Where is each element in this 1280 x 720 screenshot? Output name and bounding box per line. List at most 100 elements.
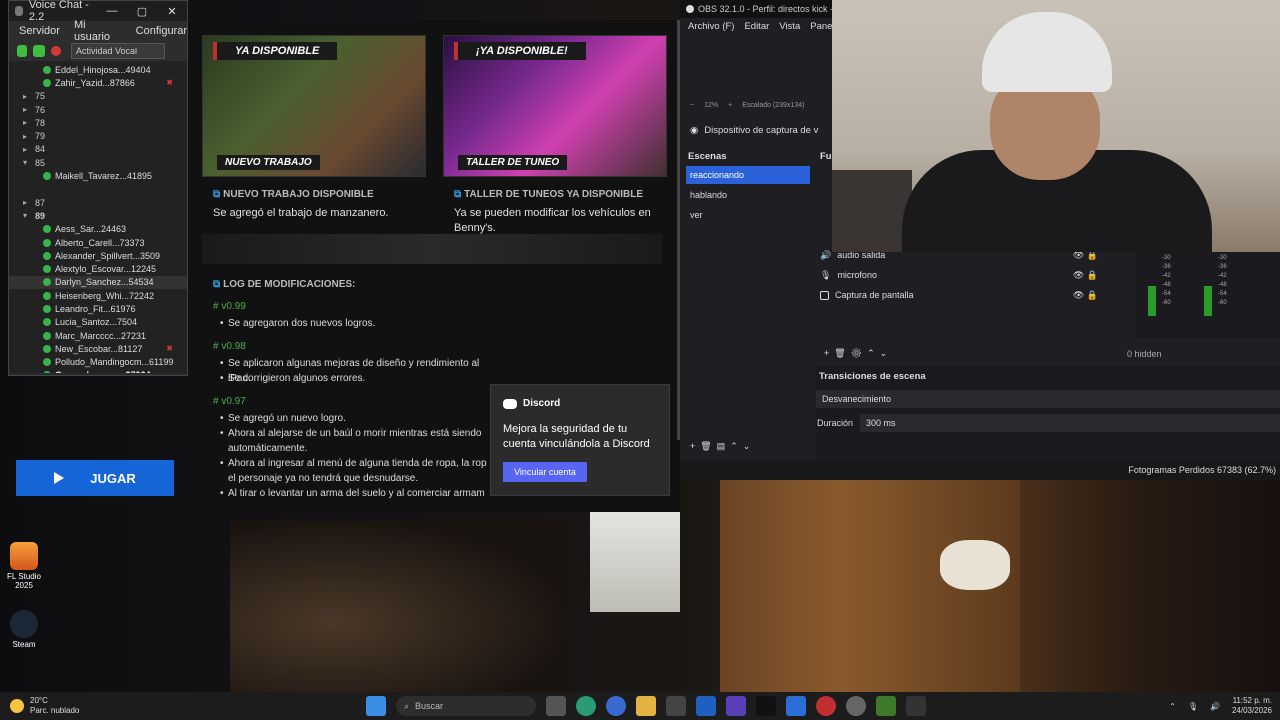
news-card-trabajo[interactable]: YA DISPONIBLE NUEVO TRABAJO <box>202 35 426 177</box>
app-icon[interactable] <box>846 696 866 716</box>
microphone-icon[interactable]: 🎙 <box>1188 702 1198 711</box>
scene-item[interactable]: ver <box>686 206 810 224</box>
obs-menu-archivo[interactable]: Archivo (F) <box>688 21 734 32</box>
duration-input[interactable]: 300 ms <box>860 414 1280 432</box>
user-icon <box>43 78 51 87</box>
channel-row[interactable]: ▸ 78 <box>9 116 187 129</box>
scene-item[interactable]: hablando <box>686 186 810 204</box>
channel-row[interactable]: ▸ 84 <box>9 143 187 156</box>
scene-toolbar[interactable]: + 🗑 ▤ ⌃ ⌄ <box>690 441 750 452</box>
transitions-header: Transiciones de escena <box>819 371 926 382</box>
user-row[interactable]: Alextylo_Escovar...12245 <box>9 262 187 275</box>
chrome-icon[interactable] <box>606 696 626 716</box>
channel-row[interactable]: ▸ 75 <box>9 90 187 103</box>
source-item[interactable]: Captura de pantalla 👁 🔒 <box>820 286 1110 304</box>
weather-widget[interactable]: 20°C Parc. nublado <box>10 696 79 716</box>
volume-icon[interactable]: 🔊 <box>1210 702 1220 711</box>
app-icon[interactable] <box>816 696 836 716</box>
news-card-tuneo[interactable]: ¡YA DISPONIBLE! TALLER DE TUNEO <box>443 35 667 177</box>
task-view-icon[interactable] <box>546 696 566 716</box>
scene-item[interactable]: reaccionando <box>686 166 810 184</box>
obs-taskbar-icon[interactable] <box>906 696 926 716</box>
user-icon <box>43 251 51 260</box>
log-item: Ahora al ingresar al menú de alguna tien… <box>220 456 488 486</box>
scale-select[interactable]: Escalado (239x134) <box>742 102 804 109</box>
user-row[interactable]: Darlyn_Sanchez...54534 <box>9 275 187 290</box>
link-account-button[interactable]: Vincular cuenta <box>503 462 587 482</box>
expand-icon[interactable]: ▸ <box>23 145 35 154</box>
menu-configurar[interactable]: Configurar <box>136 25 187 37</box>
user-row[interactable]: Leandro_Fit...61976 <box>9 302 187 315</box>
user-row[interactable]: Alexander_Spillvert...3509 <box>9 249 187 262</box>
expand-icon[interactable]: ▸ <box>23 198 35 207</box>
channel-row[interactable]: ▸ 87 <box>9 196 187 209</box>
app-icon[interactable] <box>876 696 896 716</box>
expand-icon[interactable]: ▸ <box>23 92 35 101</box>
user-row[interactable]: New_Escobar...81127 ✖ <box>9 342 187 355</box>
channel-row[interactable]: ▸ 76 <box>9 103 187 116</box>
outlook-icon[interactable] <box>696 696 716 716</box>
source-label: Captura de pantalla <box>835 290 914 300</box>
desktop-icon-steam[interactable]: Steam <box>4 610 44 649</box>
clock[interactable]: 11:52 p. m. 24/03/2026 <box>1232 696 1272 716</box>
menu-servidor[interactable]: Servidor <box>19 25 60 37</box>
obs-menu-editar[interactable]: Editar <box>744 21 769 32</box>
zoom-out-icon[interactable]: − <box>690 102 694 109</box>
microphone-icon[interactable] <box>17 45 27 57</box>
channel-row[interactable]: ▸ 79 <box>9 129 187 142</box>
voice-mode-select[interactable]: Actividad Vocal <box>71 43 165 59</box>
taskbar-search[interactable]: ⌕ Buscar <box>396 696 536 716</box>
close-icon[interactable]: ✕ <box>157 5 187 18</box>
file-explorer-icon[interactable] <box>636 696 656 716</box>
minimize-icon[interactable]: — <box>97 5 127 18</box>
user-row[interactable]: Alberto_Carell...73373 <box>9 236 187 249</box>
store-icon[interactable] <box>666 696 686 716</box>
muted-icon: ✖ <box>166 344 173 354</box>
source-item[interactable]: 🎙 microfono 👁 🔒 <box>820 266 1110 284</box>
expand-icon[interactable]: ▸ <box>23 132 35 141</box>
user-icon <box>43 371 51 373</box>
channel-label: 78 <box>35 117 46 128</box>
menu-mi-usuario[interactable]: Mi usuario <box>74 19 122 43</box>
user-row[interactable]: Eddel_Hinojosa...49404 <box>9 63 187 76</box>
user-row[interactable]: Lucia_Santoz...7504 <box>9 316 187 329</box>
user-row[interactable]: Maikell_Tavarez...41895 <box>9 169 187 182</box>
chevron-up-icon[interactable]: ⌃ <box>1169 702 1176 711</box>
user-row[interactable]: Heisenberg_Whi...72242 <box>9 289 187 302</box>
edge-icon[interactable] <box>576 696 596 716</box>
source-toolbar[interactable]: + 🗑 ⚙ ⌃ ⌄ <box>824 348 887 359</box>
user-row[interactable]: Marc_Marcccc...27231 <box>9 329 187 342</box>
user-row[interactable]: Zahir_Yazid...87866 ✖ <box>9 76 187 89</box>
taskbar: 20°C Parc. nublado ⌕ Buscar ⌃ 🎙 🔊 11:52 p.… <box>0 692 1280 720</box>
transition-select[interactable]: Desvanecimiento <box>816 390 1280 408</box>
tiktok-icon[interactable] <box>756 696 776 716</box>
card-title[interactable]: ⧉ TALLER DE TUNEOS YA DISPONIBLE <box>454 189 643 200</box>
user-row[interactable]: Polludo_Mandingocm...61199 <box>9 356 187 369</box>
zoom-in-icon[interactable]: + <box>728 102 732 109</box>
external-link-icon: ⧉ <box>213 279 221 290</box>
card-badge: TALLER DE TUNEO <box>458 155 568 170</box>
channel-row[interactable]: ▾ 85 <box>9 156 187 169</box>
desktop-icon-fl-studio[interactable]: FL Studio 2025 <box>4 542 44 590</box>
obs-menu-vista[interactable]: Vista <box>779 21 800 32</box>
expand-icon[interactable]: ▾ <box>23 158 35 167</box>
windows-start-icon[interactable] <box>366 696 386 716</box>
teams-icon[interactable] <box>726 696 746 716</box>
card-title[interactable]: ⧉ NUEVO TRABAJO DISPONIBLE <box>213 189 374 200</box>
visibility-icon[interactable]: 👁 🔒 <box>1073 290 1098 301</box>
play-button[interactable]: JUGAR <box>16 460 174 496</box>
speaker-icon[interactable] <box>33 45 45 57</box>
discord-icon <box>503 398 517 409</box>
user-row[interactable]: Aess_Sar...24463 <box>9 223 187 236</box>
visibility-icon[interactable]: 👁 🔒 <box>1073 270 1098 281</box>
channel-row[interactable]: ▾ 89 <box>9 209 187 222</box>
record-icon[interactable] <box>51 46 61 56</box>
user-row[interactable]: Quero_Lozano...37064 <box>9 369 187 373</box>
source-properties[interactable]: ◉ Dispositivo de captura de v <box>680 120 830 140</box>
card-desc: Se agregó el trabajo de manzanero. <box>213 207 389 219</box>
expand-icon[interactable]: ▾ <box>23 211 35 220</box>
app-icon[interactable] <box>786 696 806 716</box>
expand-icon[interactable]: ▸ <box>23 118 35 127</box>
expand-icon[interactable]: ▸ <box>23 105 35 114</box>
maximize-icon[interactable]: ▢ <box>127 5 157 18</box>
